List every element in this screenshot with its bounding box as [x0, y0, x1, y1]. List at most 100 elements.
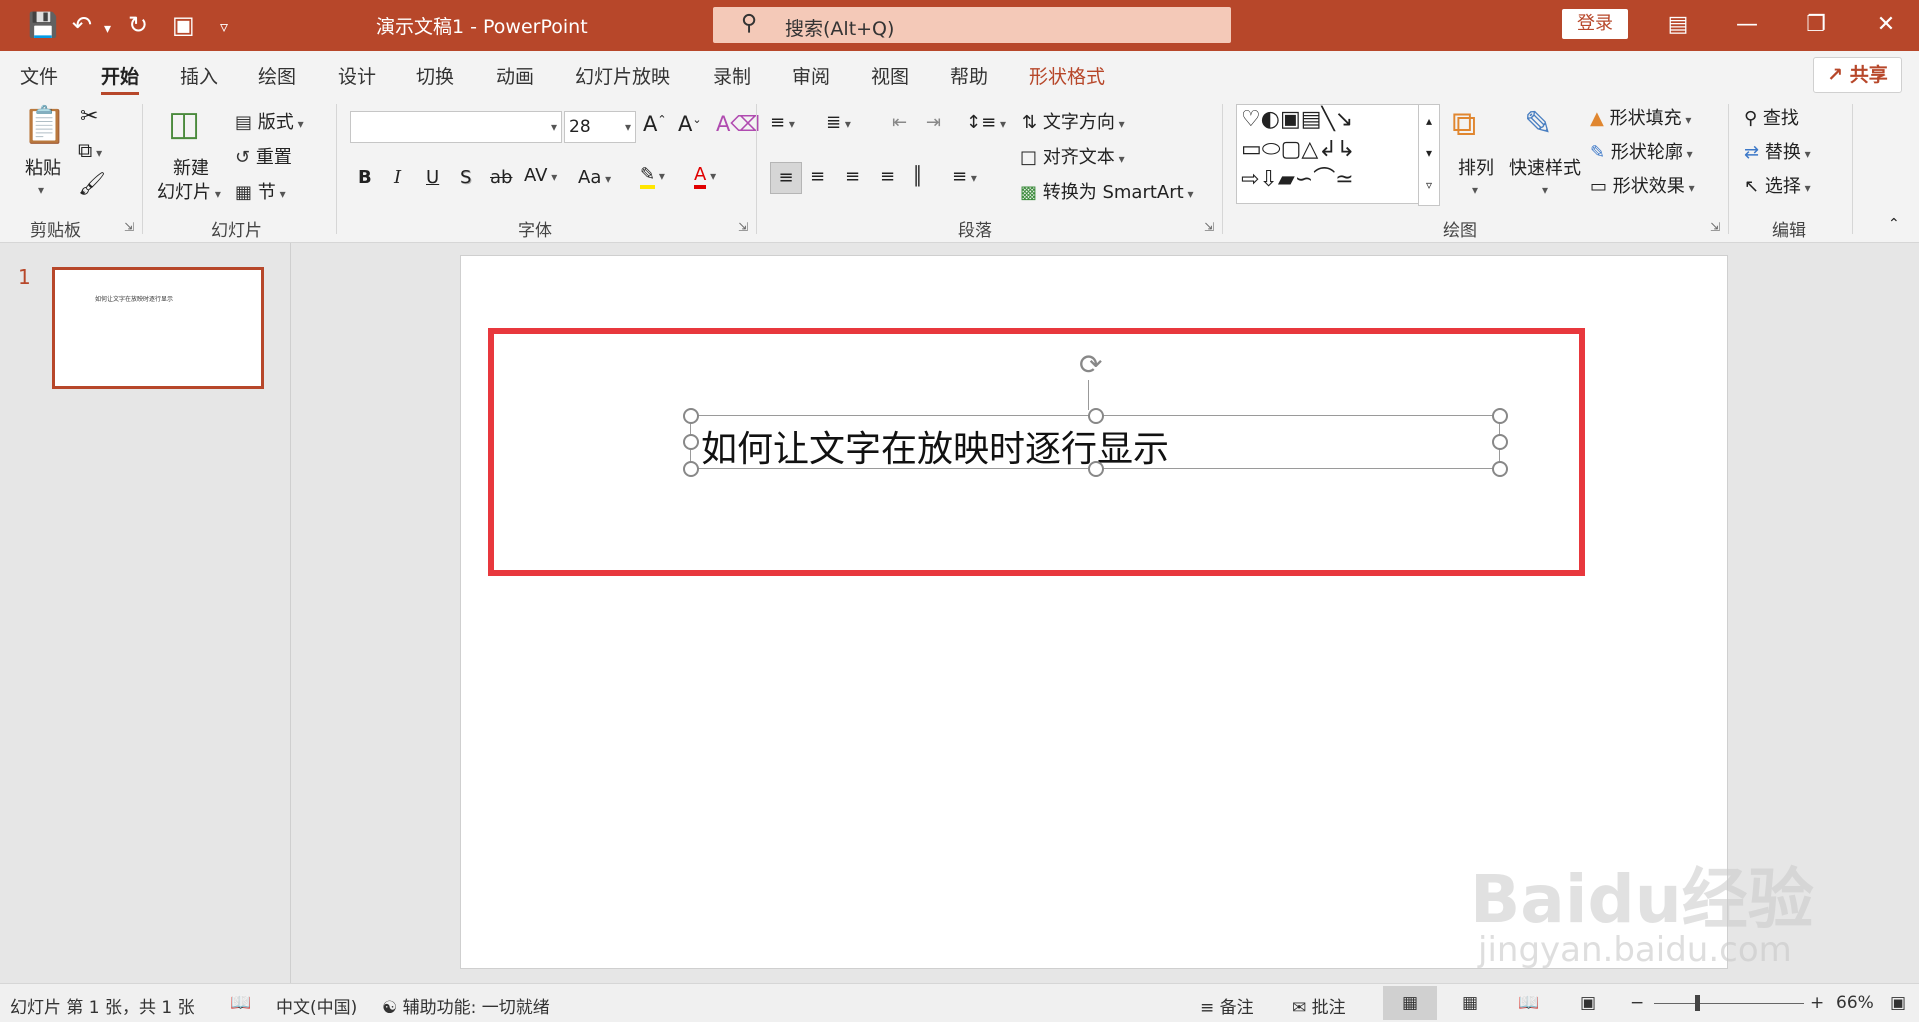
paste-dropdown-icon[interactable]: ▾ — [38, 178, 44, 199]
resize-handle-l[interactable] — [683, 434, 699, 450]
language-status[interactable]: 中文(中国) — [276, 993, 357, 1018]
undo-icon[interactable]: ↶ — [72, 10, 92, 40]
save-icon[interactable]: 💾 — [28, 10, 58, 40]
zoom-out-icon[interactable]: − — [1630, 993, 1644, 1013]
resize-handle-r[interactable] — [1492, 434, 1508, 450]
slide-sorter-icon[interactable]: ▦ — [1462, 993, 1478, 1013]
columns-button[interactable]: ≡ ▾ — [952, 166, 977, 187]
text-direction-button[interactable]: ⇅ 文字方向 ▾ — [1022, 108, 1125, 134]
character-spacing-button[interactable]: AV ▾ — [524, 165, 557, 186]
quick-styles-button[interactable]: 快速样式 — [1509, 154, 1581, 180]
font-launcher-icon[interactable]: ⇲ — [738, 220, 748, 234]
paste-button[interactable]: 粘贴 — [25, 154, 61, 180]
spellcheck-icon[interactable]: 📖 — [230, 993, 251, 1013]
rectangle-shape-icon[interactable]: ▭ — [1241, 137, 1262, 162]
elbow-connector-icon[interactable]: ↲ — [1318, 137, 1336, 162]
quick-styles-dropdown-icon[interactable]: ▾ — [1542, 178, 1548, 199]
comments-button[interactable]: ✉ 批注 — [1292, 993, 1346, 1018]
zoom-level[interactable]: 66% — [1836, 993, 1874, 1013]
increase-font-icon[interactable]: A⌃ — [643, 112, 667, 136]
tab-view[interactable]: 视图 — [871, 62, 909, 89]
tab-animations[interactable]: 动画 — [496, 62, 534, 89]
elbow-arrow-icon[interactable]: ↳ — [1337, 137, 1355, 162]
change-case-button[interactable]: Aa ▾ — [578, 167, 611, 188]
tab-home[interactable]: 开始 — [101, 62, 140, 95]
tab-insert[interactable]: 插入 — [180, 62, 218, 89]
ribbon-display-icon[interactable]: ▤ — [1658, 8, 1698, 42]
distributed-icon[interactable]: ║ — [912, 166, 923, 187]
font-color-button[interactable]: A ▾ — [694, 164, 716, 189]
format-painter-icon[interactable]: 🖌 — [78, 172, 106, 197]
cut-icon[interactable]: ✂ — [80, 104, 98, 129]
section-button[interactable]: ▦ 节 ▾ — [235, 178, 286, 204]
oval-shape-icon[interactable]: ⬭ — [1262, 137, 1281, 162]
arrange-button[interactable]: 排列 — [1458, 154, 1494, 180]
strikethrough-button[interactable]: ab — [490, 167, 512, 188]
triangle-shape-icon[interactable]: △ — [1301, 137, 1318, 162]
copy-icon[interactable]: ⧉ ▾ — [78, 138, 102, 162]
vertical-textbox-icon[interactable]: ▤ — [1301, 107, 1322, 132]
reset-button[interactable]: ↺ 重置 — [235, 143, 292, 169]
numbering-button[interactable]: ≣ ▾ — [826, 112, 851, 133]
align-text-button[interactable]: □ 对齐文本 ▾ — [1020, 143, 1125, 169]
zoom-in-icon[interactable]: + — [1810, 993, 1824, 1013]
arrange-icon[interactable]: ⧉ — [1452, 104, 1476, 144]
smartart-button[interactable]: ▩ 转换为 SmartArt ▾ — [1020, 178, 1194, 204]
justify-icon[interactable]: ≡ — [880, 166, 895, 187]
resize-handle-b[interactable] — [1088, 461, 1104, 477]
reading-view-icon[interactable]: 📖 — [1518, 993, 1539, 1013]
find-button[interactable]: ⚲ 查找 — [1744, 104, 1799, 130]
new-slide-button[interactable]: 幻灯片 ▾ — [157, 178, 221, 204]
line-spacing-button[interactable]: ↕≡ ▾ — [966, 112, 1006, 133]
tab-review[interactable]: 审阅 — [792, 62, 830, 89]
quick-styles-icon[interactable]: ✎ — [1524, 104, 1553, 144]
down-arrow-shape-icon[interactable]: ⇩ — [1259, 167, 1277, 192]
curve-shape-icon[interactable]: ≃ — [1335, 167, 1353, 192]
decrease-font-icon[interactable]: A⌄ — [678, 112, 702, 136]
zoom-slider-thumb[interactable] — [1695, 995, 1700, 1011]
zoom-slider[interactable] — [1654, 1003, 1804, 1004]
shape-outline-button[interactable]: ✎ 形状轮廓 ▾ — [1590, 138, 1693, 164]
resize-handle-tr[interactable] — [1492, 408, 1508, 424]
shapes-gallery[interactable]: ♡◐▣▤╲↘ ▭⬭▢△↲↳ ⇨⇩▰∽⌒≃ — [1236, 104, 1424, 204]
arrow-line-icon[interactable]: ↘ — [1335, 107, 1353, 132]
select-button[interactable]: ↖ 选择 ▾ — [1744, 172, 1811, 198]
pie-shape-icon[interactable]: ◐ — [1261, 107, 1280, 132]
minimize-icon[interactable]: — — [1727, 8, 1767, 42]
snip-rect-icon[interactable]: ▰ — [1278, 167, 1295, 192]
font-size-select[interactable]: 28 ▾ — [564, 111, 636, 143]
italic-button[interactable]: I — [394, 167, 401, 188]
increase-indent-icon[interactable]: ⇥ — [926, 112, 941, 133]
align-right-icon[interactable]: ≡ — [845, 166, 860, 187]
replace-button[interactable]: ⇄ 替换 ▾ — [1744, 138, 1811, 164]
redo-icon[interactable]: ↻ — [128, 10, 148, 40]
customize-qat-icon[interactable]: ▿ — [220, 12, 228, 42]
tab-transitions[interactable]: 切换 — [416, 62, 454, 89]
right-arrow-shape-icon[interactable]: ⇨ — [1241, 167, 1259, 192]
tab-help[interactable]: 帮助 — [950, 62, 988, 89]
paste-icon[interactable]: 📋 — [22, 104, 67, 146]
rounded-rect-icon[interactable]: ▢ — [1281, 137, 1302, 162]
tab-slideshow[interactable]: 幻灯片放映 — [575, 62, 670, 89]
share-button[interactable]: ↗ 共享 — [1813, 57, 1902, 93]
resize-handle-t[interactable] — [1088, 408, 1104, 424]
tab-file[interactable]: 文件 — [20, 62, 58, 89]
restore-icon[interactable]: ❐ — [1796, 8, 1836, 42]
arc-shape-icon[interactable]: ⌒ — [1313, 167, 1335, 192]
freeform-icon[interactable]: ∽ — [1295, 167, 1313, 192]
search-box[interactable]: ⚲ 搜索(Alt+Q) — [713, 7, 1231, 43]
accessibility-status[interactable]: ☯ 辅助功能: 一切就绪 — [382, 993, 550, 1018]
resize-handle-bl[interactable] — [683, 461, 699, 477]
present-icon[interactable]: ▣ — [172, 10, 195, 40]
new-slide-icon[interactable]: ◫ — [168, 104, 200, 144]
shape-fill-button[interactable]: ▲ 形状填充 ▾ — [1590, 104, 1691, 130]
bullets-button[interactable]: ≡ ▾ — [770, 112, 795, 133]
font-name-select[interactable]: ▾ — [350, 111, 562, 143]
align-left-icon[interactable]: ≡ — [770, 162, 802, 194]
heart-shape-icon[interactable]: ♡ — [1241, 107, 1261, 132]
align-center-icon[interactable]: ≡ — [810, 166, 825, 187]
notes-button[interactable]: ≡ 备注 — [1200, 993, 1254, 1018]
tab-record[interactable]: 录制 — [713, 62, 751, 89]
line-shape-icon[interactable]: ╲ — [1322, 107, 1335, 132]
tab-design[interactable]: 设计 — [338, 62, 376, 89]
